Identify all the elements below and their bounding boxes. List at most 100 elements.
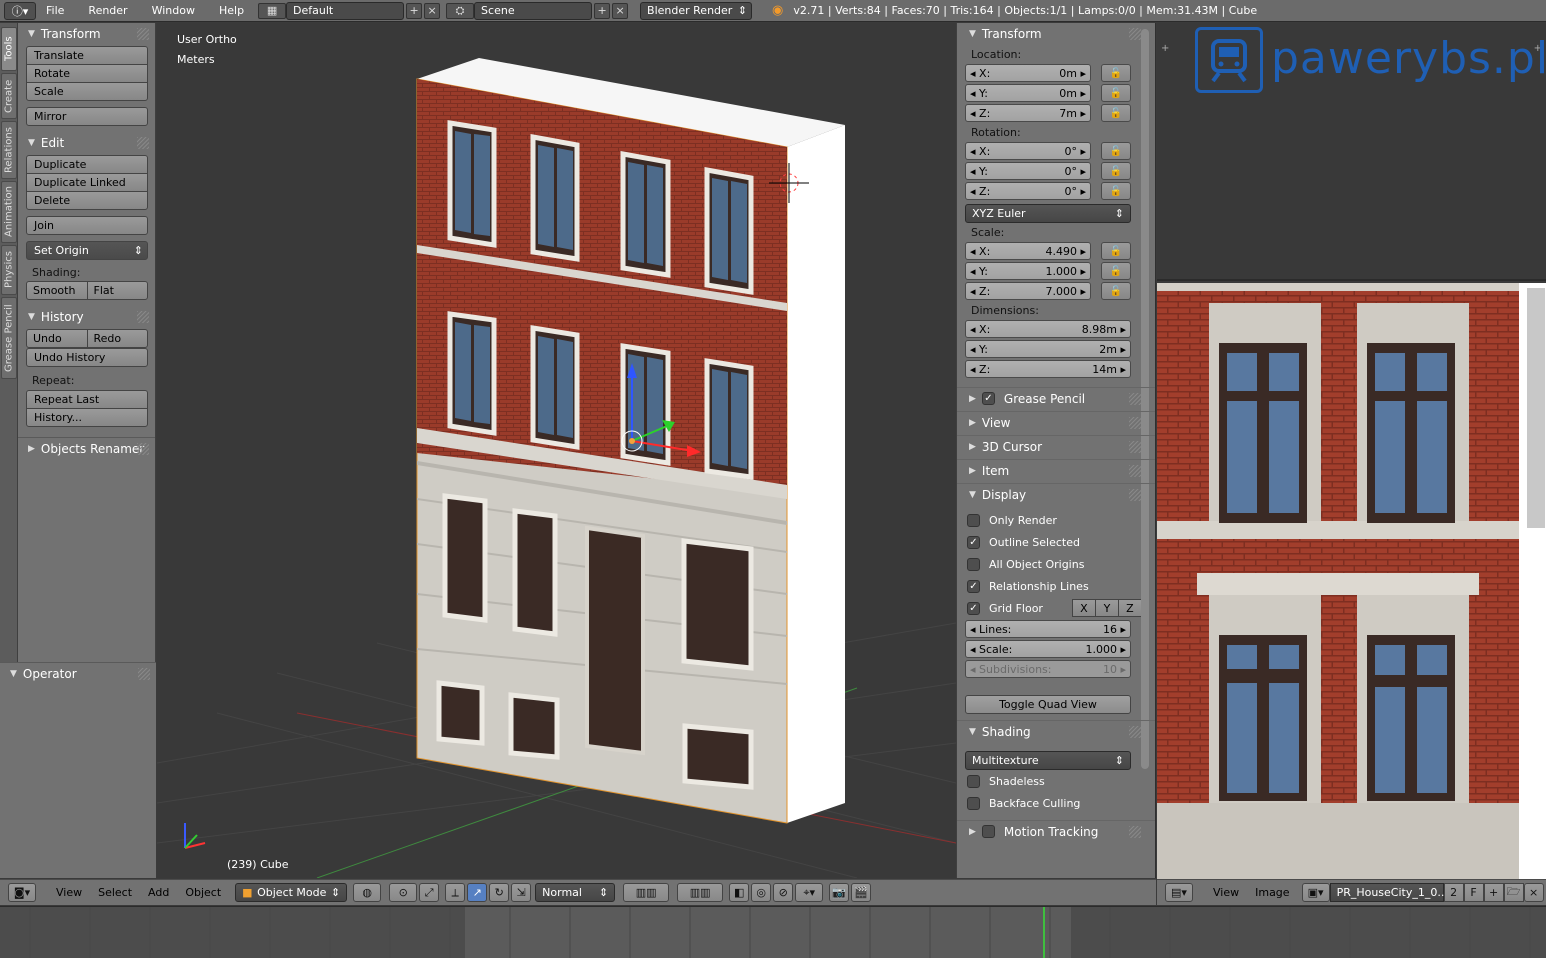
repeat-last-button[interactable]: Repeat Last	[26, 390, 148, 409]
delete-button[interactable]: Delete	[26, 191, 148, 210]
edit-panel-header[interactable]: ▼ Edit	[18, 132, 155, 154]
rotation-x-field[interactable]: ◂ X: 0° ▸	[965, 142, 1091, 160]
timeline-area[interactable]	[0, 906, 1546, 958]
menu-render[interactable]: Render	[88, 4, 127, 17]
grease-pencil-header[interactable]: ▶ ✓ Grease Pencil	[957, 387, 1155, 409]
new-image-icon[interactable]: +	[1483, 883, 1504, 902]
menu-window[interactable]: Window	[152, 4, 195, 17]
history-panel-header[interactable]: ▼ History	[18, 306, 155, 328]
snap-target-icon[interactable]: ⌖▾	[795, 883, 824, 902]
shadeless-checkbox[interactable]	[967, 774, 980, 788]
rotation-z-field[interactable]: ◂ Z: 0° ▸	[965, 182, 1091, 200]
shading-mode-select[interactable]: Multitexture ⇕	[965, 751, 1131, 770]
scale-button[interactable]: Scale	[26, 82, 148, 101]
tab-create[interactable]: Create	[1, 73, 17, 119]
history-button[interactable]: History...	[26, 408, 148, 427]
editor-type-icon[interactable]: ◙▾	[8, 883, 36, 902]
tab-physics[interactable]: Physics	[1, 245, 17, 295]
location-z-field[interactable]: ◂ Z: 7m ▸	[965, 104, 1091, 122]
smooth-button[interactable]: Smooth	[26, 281, 88, 300]
add-screen-icon[interactable]: +	[406, 2, 423, 19]
lock-icon[interactable]: 🔓	[1101, 104, 1131, 122]
backface-culling-checkbox[interactable]	[967, 796, 980, 810]
tab-relations[interactable]: Relations	[1, 121, 17, 179]
screen-layout-field[interactable]: Default	[286, 1, 405, 20]
viewport-shading-icon[interactable]: ◍	[353, 883, 382, 902]
menu-file[interactable]: File	[46, 4, 64, 17]
motion-tracking-checkbox[interactable]	[981, 825, 995, 838]
layers-group-1-icon[interactable]: ▥▥	[623, 883, 670, 902]
scale-z-field[interactable]: ◂ Z: 7.000 ▸	[965, 282, 1091, 300]
snap-icon[interactable]: ⤢	[419, 883, 440, 902]
outline-selected-checkbox[interactable]: ✓	[967, 535, 980, 549]
tab-tools[interactable]: Tools	[1, 27, 17, 71]
shading-panel-header[interactable]: ▼ Shading	[957, 720, 1155, 742]
image-browse-icon[interactable]: ▣▾	[1301, 883, 1330, 902]
item-panel-header[interactable]: ▶ Item	[957, 459, 1155, 481]
menu-select[interactable]: Select	[98, 886, 132, 899]
only-render-checkbox[interactable]	[967, 513, 980, 527]
scale-manipulator-icon[interactable]: ⇲	[511, 883, 532, 902]
snap-element-icon[interactable]: ⊘	[773, 883, 794, 902]
display-panel-header[interactable]: ▼ Display	[957, 483, 1155, 505]
pivot-point-icon[interactable]: ⊙	[389, 883, 418, 902]
render-still-icon[interactable]: 📷	[829, 883, 850, 902]
only-render-option[interactable]: Only Render	[957, 509, 1155, 531]
lock-layers-icon[interactable]: ◧	[729, 883, 750, 902]
relationship-lines-checkbox[interactable]: ✓	[967, 579, 980, 593]
lock-icon[interactable]: 🔓	[1101, 262, 1131, 280]
objects-renamer-panel-header[interactable]: ▶ Objects Renamer	[18, 437, 155, 459]
add-area-icon[interactable]: +	[1161, 43, 1169, 54]
scale-x-field[interactable]: ◂ X: 4.490 ▸	[965, 242, 1091, 260]
add-scene-icon[interactable]: +	[594, 2, 611, 19]
rotate-button[interactable]: Rotate	[26, 64, 148, 83]
manipulator-toggle-icon[interactable]: ⟂	[445, 883, 466, 902]
lock-icon[interactable]: 🔓	[1101, 64, 1131, 82]
mirror-button[interactable]: Mirror	[26, 107, 148, 126]
duplicate-button[interactable]: Duplicate	[26, 155, 148, 174]
relationship-lines-option[interactable]: ✓ Relationship Lines	[957, 575, 1155, 597]
3d-viewport[interactable]: User Ortho Meters (239) Cube	[157, 23, 956, 878]
open-image-icon[interactable]: 🗁	[1503, 883, 1524, 902]
lock-icon[interactable]: 🔓	[1101, 84, 1131, 102]
screen-layout-icon[interactable]: ▦	[258, 2, 287, 19]
rotation-mode-select[interactable]: XYZ Euler ⇕	[965, 204, 1131, 223]
grid-axis-y-toggle[interactable]: Y	[1094, 599, 1119, 617]
unlink-image-icon[interactable]: ×	[1523, 883, 1544, 902]
scale-y-field[interactable]: ◂ Y: 1.000 ▸	[965, 262, 1091, 280]
menu-add[interactable]: Add	[148, 886, 169, 899]
redo-button[interactable]: Redo	[86, 329, 148, 348]
location-x-field[interactable]: ◂ X: 0m ▸	[965, 64, 1091, 82]
grease-pencil-checkbox[interactable]: ✓	[981, 392, 995, 405]
flat-button[interactable]: Flat	[86, 281, 148, 300]
toggle-quad-view-button[interactable]: Toggle Quad View	[965, 695, 1131, 714]
translate-button[interactable]: Translate	[26, 46, 148, 65]
image-name-field[interactable]: PR_HouseCity_1_0...	[1329, 883, 1448, 902]
translate-manipulator-icon[interactable]: ↗	[467, 883, 488, 902]
location-y-field[interactable]: ◂ Y: 0m ▸	[965, 84, 1091, 102]
outline-selected-option[interactable]: ✓ Outline Selected	[957, 531, 1155, 553]
remove-scene-icon[interactable]: ×	[612, 2, 629, 19]
grid-scale-field[interactable]: ◂ Scale: 1.000 ▸	[965, 640, 1131, 658]
info-editor-type-icon[interactable]: ⓘ▾	[4, 1, 36, 20]
menu-object[interactable]: Object	[185, 886, 221, 899]
grid-lines-field[interactable]: ◂ Lines: 16 ▸	[965, 620, 1131, 638]
menu-image[interactable]: Image	[1255, 886, 1289, 899]
undo-history-button[interactable]: Undo History	[26, 348, 148, 367]
scene-icon[interactable]: ⛭	[446, 2, 475, 19]
tab-animation[interactable]: Animation	[1, 181, 17, 243]
menu-help[interactable]: Help	[219, 4, 244, 17]
grid-subdivisions-field[interactable]: ◂ Subdivisions: 10 ▸	[965, 660, 1131, 678]
proportional-edit-icon[interactable]: ◎	[751, 883, 772, 902]
transform-panel-header[interactable]: ▼ Transform	[18, 23, 155, 45]
menu-view[interactable]: View	[1213, 886, 1239, 899]
transform-orientation-select[interactable]: Normal ⇕	[535, 883, 616, 902]
empty-editor-area[interactable]: + + pawerybs.pl	[1157, 23, 1546, 281]
grid-floor-option[interactable]: ✓ Grid Floor XYZ	[957, 597, 1155, 619]
grid-axis-x-toggle[interactable]: X	[1071, 599, 1096, 617]
rotation-y-field[interactable]: ◂ Y: 0° ▸	[965, 162, 1091, 180]
dimensions-z-field[interactable]: ◂ Z: 14m ▸	[965, 360, 1131, 378]
backface-culling-option[interactable]: Backface Culling	[957, 792, 1155, 814]
render-engine-select[interactable]: Blender Render ⇕	[640, 1, 753, 20]
interaction-mode-select[interactable]: ■ Object Mode ⇕	[235, 883, 348, 902]
